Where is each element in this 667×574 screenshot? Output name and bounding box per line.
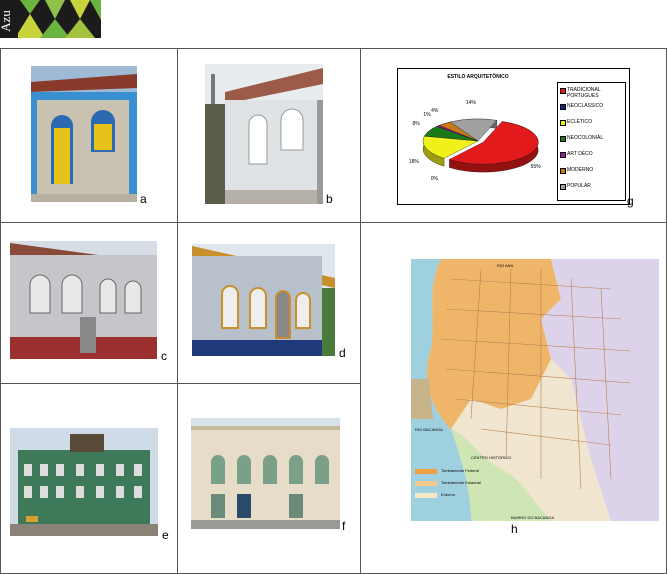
map-letter: h xyxy=(511,522,518,536)
legend-swatch-0 xyxy=(560,88,566,94)
map-image: RIO ANIL RIO BACANGA BAIRRO DO BACANGA C… xyxy=(411,259,659,521)
photo-c-label: c xyxy=(161,349,167,363)
pie-chart: ESTILO ARQUITETÔNICO 55% 0% 18% 8% 1% 4% 14% T… xyxy=(397,68,630,205)
photo-d xyxy=(192,244,335,356)
legend-swatch-5 xyxy=(560,168,566,174)
pie-label-5: 4% xyxy=(431,107,439,114)
photo-b-label: b xyxy=(326,192,333,206)
pie-label-2: 18% xyxy=(408,158,419,165)
legend-label-3: NEOCOLONIAL xyxy=(567,135,604,141)
legend-label-2: ECLÉTICO xyxy=(567,119,593,125)
photo-a-label: a xyxy=(140,192,147,206)
pie-canvas xyxy=(422,118,539,173)
pie-label-3: 8% xyxy=(412,120,420,127)
legend-swatch-6 xyxy=(560,184,566,190)
map-label-center: CENTRO HISTÓRICO xyxy=(471,455,512,460)
photo-a xyxy=(31,66,137,202)
map-label-west: RIO BACANGA xyxy=(415,427,443,432)
map-label-north: RIO ANIL xyxy=(497,263,514,268)
pie-label-0: 55% xyxy=(530,164,541,171)
legend-label-6: POPULAR xyxy=(567,183,591,189)
map-legend-3: Entorno xyxy=(441,492,456,497)
map-legend-1: Tombamento Federal xyxy=(441,468,479,473)
photo-b xyxy=(205,64,323,204)
logo-text: Azu xyxy=(0,10,13,32)
photo-e xyxy=(10,428,158,536)
legend-swatch-4 xyxy=(560,152,566,158)
logo: Azu xyxy=(0,0,101,38)
legend-label-0: TRADICIONAL PORTUGUES xyxy=(567,87,601,99)
legend-swatch-1 xyxy=(560,104,566,110)
legend-label-5: MODERNO xyxy=(567,167,594,173)
pie-label-4: 1% xyxy=(423,111,431,118)
pie-label-1: 0% xyxy=(430,175,438,182)
photo-f xyxy=(191,418,340,529)
legend-label-4: ART DÉCO xyxy=(567,151,593,157)
photo-c xyxy=(10,241,157,359)
chart-letter: g xyxy=(627,194,634,208)
legend-swatch-3 xyxy=(560,136,566,142)
map-label-south: BAIRRO DO BACANGA xyxy=(511,515,555,520)
legend-label-1: NEOCLÁSSICO xyxy=(567,103,604,109)
map-legend-2: Tombamento Estadual xyxy=(441,480,481,485)
photo-f-label: f xyxy=(342,519,346,533)
photo-d-label: d xyxy=(339,346,346,360)
legend-swatch-2 xyxy=(560,120,566,126)
photo-e-label: e xyxy=(162,528,169,542)
pie-label-6: 14% xyxy=(465,100,476,107)
chart-legend: TRADICIONAL PORTUGUES NEOCLÁSSICO ECLÉTICO… xyxy=(557,82,626,201)
